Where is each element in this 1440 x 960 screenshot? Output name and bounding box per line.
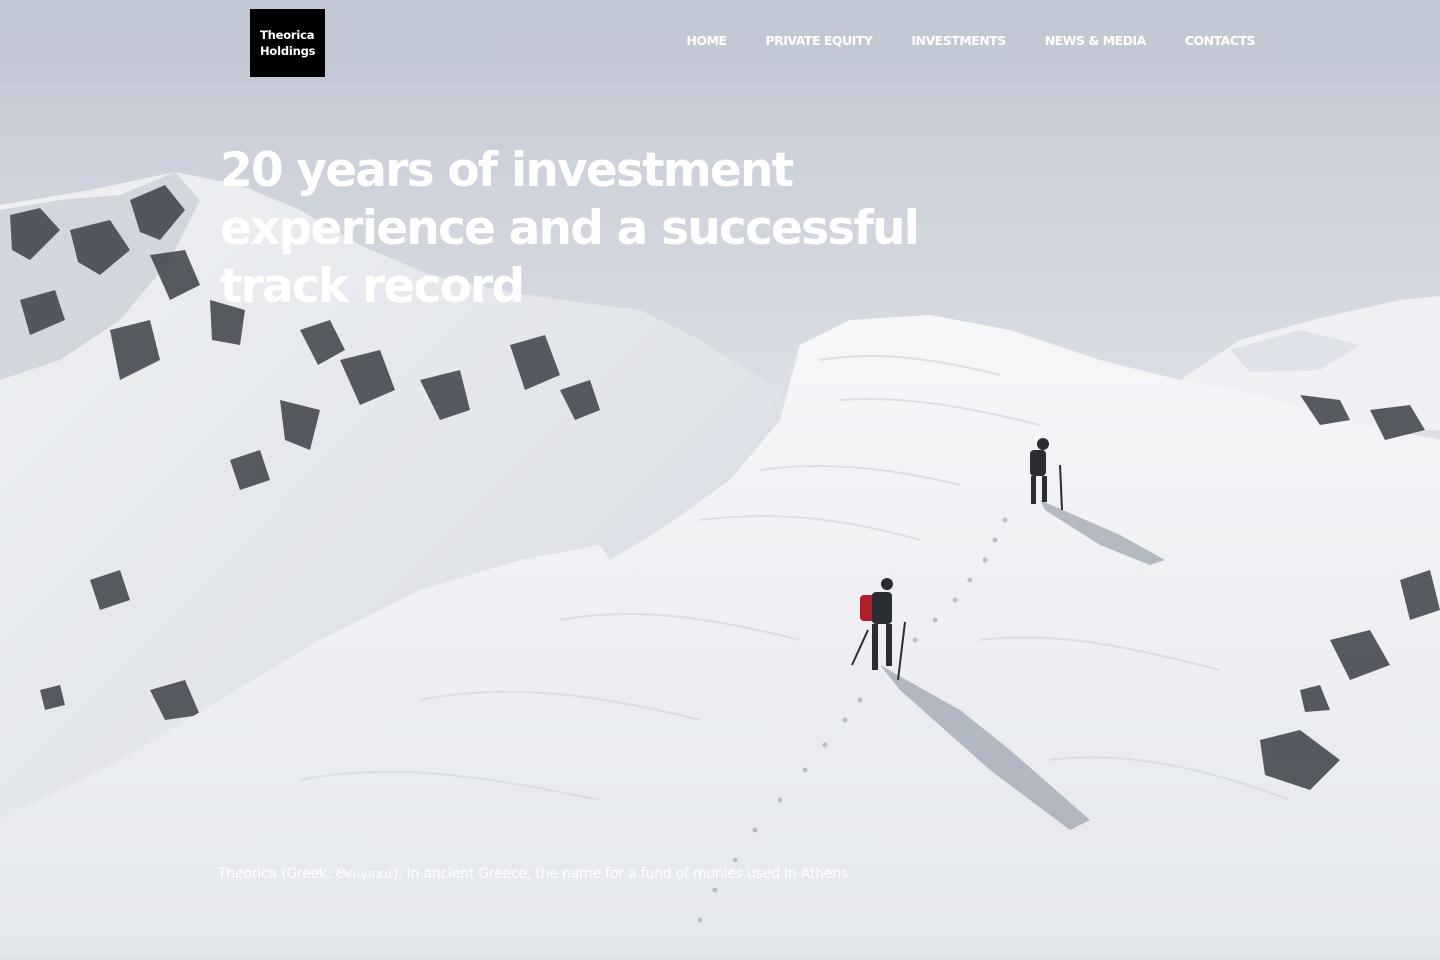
nav-item-investments[interactable]: INVESTMENTS	[911, 33, 1006, 53]
hero-headline: 20 years of investment experience and a …	[220, 142, 940, 316]
hero-caption-suffix: ): in ancient Greece, the name for a fun…	[392, 866, 848, 882]
hero-section: Theorica Holdings HOME PRIVATE EQUITY IN…	[0, 0, 1440, 960]
nav-item-home[interactable]: HOME	[686, 33, 727, 53]
nav-item-news-media[interactable]: NEWS & MEDIA	[1045, 33, 1147, 53]
hero-headline-line: 20 years of investment	[220, 143, 794, 198]
main-nav: HOME PRIVATE EQUITY INVESTMENTS NEWS & M…	[686, 33, 1255, 53]
brand-logo-line1: Theorica	[260, 28, 315, 42]
hero-caption-greek-word: Θεωρικά	[335, 867, 393, 882]
site-header: Theorica Holdings HOME PRIVATE EQUITY IN…	[0, 0, 1440, 86]
hero-caption-prefix: Theorica (Greek:	[218, 866, 336, 882]
bottom-edge-divider	[0, 954, 1440, 960]
nav-item-private-equity[interactable]: PRIVATE EQUITY	[765, 33, 872, 53]
brand-logo-line2: Holdings	[260, 44, 316, 58]
nav-item-contacts[interactable]: CONTACTS	[1185, 33, 1256, 53]
hero-headline-line: experience and a successful	[220, 201, 920, 256]
hero-headline-line: track record	[220, 259, 525, 314]
hero-caption: Theorica (Greek: Θεωρικά): in ancient Gr…	[218, 866, 848, 882]
brand-logo[interactable]: Theorica Holdings	[250, 9, 325, 77]
